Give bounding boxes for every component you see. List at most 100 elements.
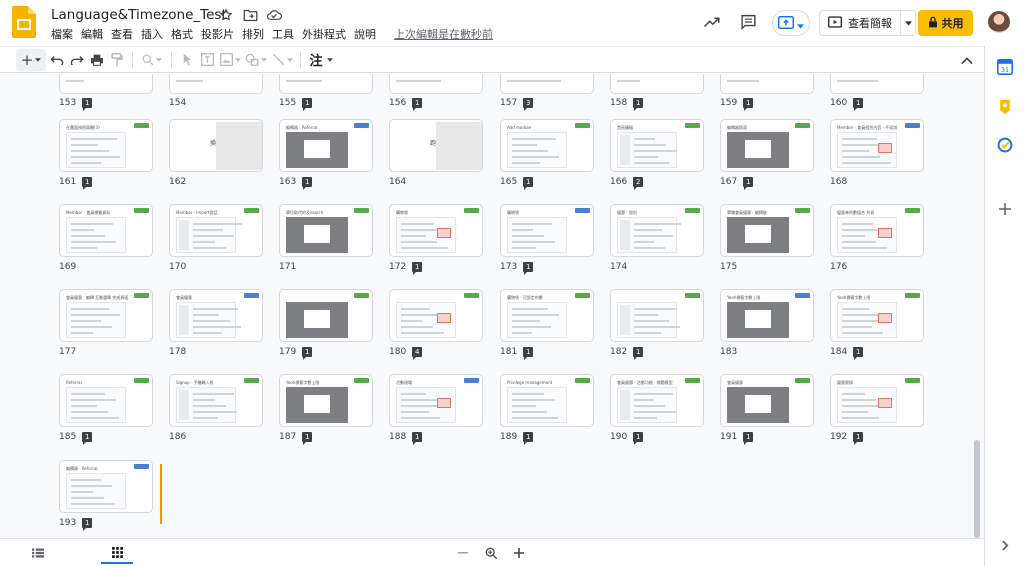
comment-icon[interactable] (734, 8, 762, 36)
slide-thumbnail[interactable]: Signup · 手機輸入框 186 (169, 374, 263, 442)
zoom-icon[interactable] (139, 49, 165, 71)
menu-format[interactable]: 格式 (167, 27, 197, 43)
slide-thumbnail[interactable]: 160 1 (830, 74, 924, 111)
zoom-out-icon[interactable] (450, 542, 476, 564)
slide-preview[interactable]: Privilege management (500, 374, 594, 427)
activity-trend-icon[interactable] (698, 8, 726, 36)
slide-preview[interactable]: 活動現場 (389, 374, 483, 427)
slide-preview[interactable]: 會員優惠 · 活動功能 · 標題模型 (610, 374, 704, 427)
slide-preview[interactable] (279, 74, 373, 94)
tasks-icon[interactable] (994, 134, 1016, 156)
new-slide-button[interactable]: + (16, 48, 46, 71)
slide-thumbnail[interactable]: Member · 會員個別內容 · 不寫說 168 (830, 119, 924, 187)
expand-panel-icon[interactable] (994, 534, 1016, 556)
menu-insert[interactable]: 插入 (137, 27, 167, 43)
line-icon[interactable] (270, 49, 294, 71)
slide-preview[interactable]: 編輯器 · Referral (59, 460, 153, 513)
slide-preview[interactable]: 會員優惠 (720, 374, 814, 427)
slide-thumbnail[interactable]: 購物袋 · 可設定的數 181 1 (500, 289, 594, 360)
slide-preview[interactable]: 優惠實錄 (830, 374, 924, 427)
menu-slide[interactable]: 投影片 (197, 27, 238, 43)
share-button[interactable]: 共用 (918, 10, 973, 36)
shape-icon[interactable] (244, 49, 268, 71)
slide-preview[interactable]: 優惠券的數值合 共頁 (830, 204, 924, 257)
slide-thumbnail[interactable]: Yeoh標簽字數上限 184 1 (830, 289, 924, 360)
slide-thumbnail[interactable]: 會員優惠 · 活動功能 · 標題模型 190 1 (610, 374, 704, 445)
calendar-icon[interactable]: 31 (994, 56, 1016, 78)
slide-preview[interactable]: Add module (500, 119, 594, 172)
grid-view-icon[interactable] (101, 542, 133, 564)
slide-preview[interactable] (279, 289, 373, 342)
notes-button[interactable]: 注 (307, 49, 335, 71)
slide-preview[interactable]: 首頁橫幅 (610, 119, 704, 172)
slide-thumbnail[interactable]: 編輯器版面 167 1 (720, 119, 814, 190)
slide-thumbnail[interactable]: 編輯器 · Referral 193 1 (59, 460, 153, 531)
paint-format-icon[interactable] (108, 49, 126, 71)
redo-icon[interactable] (68, 49, 86, 71)
menu-tools[interactable]: 工具 (268, 27, 298, 43)
image-icon[interactable] (218, 49, 242, 71)
last-edit-link[interactable]: 上次編輯是在數秒前 (390, 27, 497, 43)
slides-logo-icon[interactable] (12, 6, 36, 38)
collapse-icon[interactable] (958, 50, 976, 72)
slide-preview[interactable] (389, 289, 483, 342)
menu-arrange[interactable]: 排列 (238, 27, 268, 43)
slide-preview[interactable]: 單獨會員優惠 · 編輯後 (720, 204, 814, 257)
slide-thumbnail[interactable]: 優惠 · 個別 174 (610, 204, 704, 272)
slide-thumbnail[interactable]: Yeoh標簽字數上限 183 (720, 289, 814, 357)
slide-thumbnail[interactable]: Add module 165 1 (500, 119, 594, 190)
star-icon[interactable] (216, 7, 236, 23)
slide-preview[interactable]: 在畫面按照兩顆(3) (59, 119, 153, 172)
slide-preview[interactable]: Yeoh標簽字數上限 (830, 289, 924, 342)
slide-thumbnail[interactable]: Yeoh標簽字數上限 187 1 (279, 374, 373, 445)
slide-preview[interactable]: 編輯器 · Referral (279, 119, 373, 172)
slide-thumbnail[interactable]: 在畫面按照兩顆(3) 161 1 (59, 119, 153, 190)
slide-preview[interactable]: 購物袋 (500, 204, 594, 257)
slide-thumbnail[interactable]: Referral 185 1 (59, 374, 153, 445)
move-folder-icon[interactable] (240, 7, 260, 23)
present-to-meeting-button[interactable] (772, 10, 810, 36)
slide-thumbnail[interactable]: 158 1 (610, 74, 704, 111)
menu-view[interactable]: 查看 (107, 27, 137, 43)
slide-thumbnail[interactable]: Member · import對話 170 (169, 204, 263, 272)
slide-thumbnail[interactable]: 會員優惠 178 (169, 289, 263, 357)
slide-thumbnail[interactable]: 會員優惠 · 編輯 互動選單 完成頁面 177 (59, 289, 153, 357)
slide-thumbnail[interactable]: 179 1 (279, 289, 373, 360)
slide-thumbnail[interactable]: 153 1 (59, 74, 153, 111)
undo-icon[interactable] (48, 49, 66, 71)
add-icon[interactable] (994, 198, 1016, 220)
slide-thumbnail[interactable]: 單獨會員優惠 · 編輯後 175 (720, 204, 814, 272)
slide-thumbnail[interactable]: 單位取代的及search 171 (279, 204, 373, 272)
select-icon[interactable] (178, 49, 196, 71)
slide-thumbnail[interactable]: Privilege management 189 1 (500, 374, 594, 445)
slide-thumbnail[interactable]: 編輯器 · Referral 163 1 (279, 119, 373, 190)
slide-thumbnail[interactable]: 換圖 162 (169, 119, 263, 187)
slide-preview[interactable] (169, 74, 263, 94)
document-title[interactable]: Language&Timezone_Test (51, 7, 227, 23)
slide-thumbnail[interactable]: Member · 會員標籤資料 169 (59, 204, 153, 272)
slide-thumbnail[interactable]: 購物袋 172 1 (389, 204, 483, 275)
vertical-scrollbar[interactable] (974, 440, 980, 538)
slide-preview[interactable] (500, 74, 594, 94)
slide-thumbnail[interactable]: 購物袋 173 1 (500, 204, 594, 275)
slide-preview[interactable]: Member · import對話 (169, 204, 263, 257)
menu-file[interactable]: 檔案 (47, 27, 77, 43)
slide-thumbnail[interactable]: 首頁橫幅 166 2 (610, 119, 704, 190)
slide-preview[interactable]: 單位取代的及search (279, 204, 373, 257)
print-icon[interactable] (88, 49, 106, 71)
slide-preview[interactable]: Referral (59, 374, 153, 427)
keep-icon[interactable] (994, 96, 1016, 118)
slide-preview[interactable] (720, 74, 814, 94)
slide-thumbnail[interactable]: 活動現場 188 1 (389, 374, 483, 445)
textbox-icon[interactable] (198, 49, 216, 71)
slide-preview[interactable]: 會員優惠 · 編輯 互動選單 完成頁面 (59, 289, 153, 342)
slide-preview[interactable]: 購物袋 (389, 204, 483, 257)
menu-addons[interactable]: 外掛程式 (298, 27, 350, 43)
filmstrip-view-icon[interactable] (25, 542, 51, 564)
slide-thumbnail[interactable]: 優惠實錄 192 1 (830, 374, 924, 445)
slide-thumbnail[interactable]: 優惠券的數值合 共頁 176 (830, 204, 924, 272)
slide-thumbnail[interactable]: 154 (169, 74, 263, 108)
slide-preview[interactable]: Yeoh標簽字數上限 (279, 374, 373, 427)
slide-thumbnail[interactable]: 180 4 (389, 289, 483, 360)
slide-preview[interactable] (389, 74, 483, 94)
